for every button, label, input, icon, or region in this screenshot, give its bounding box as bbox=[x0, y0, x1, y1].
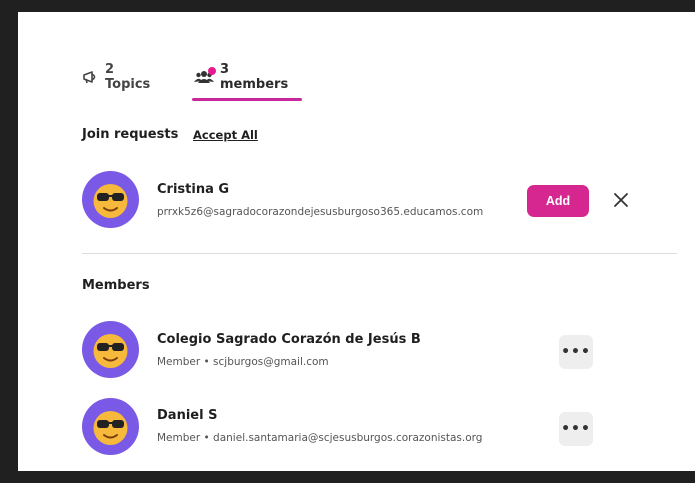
tab-members[interactable]: 3 members bbox=[194, 62, 290, 92]
background-band bbox=[0, 471, 695, 483]
member-name: Colegio Sagrado Corazón de Jesús B bbox=[157, 332, 421, 347]
member-detail: Member • scjburgos@gmail.com bbox=[157, 356, 329, 368]
accept-all-link[interactable]: Accept All bbox=[193, 128, 258, 142]
tab-topics[interactable]: 2 Topics bbox=[82, 62, 150, 92]
emoji-sunglasses-icon bbox=[93, 334, 128, 368]
member-detail: Member • daniel.santamaria@scjesusburgos… bbox=[157, 432, 483, 444]
add-button[interactable]: Add bbox=[527, 185, 589, 217]
members-title: Members bbox=[82, 278, 150, 293]
avatar bbox=[82, 398, 139, 455]
emoji-sunglasses-icon bbox=[93, 411, 128, 445]
people-icon bbox=[194, 67, 216, 84]
close-icon[interactable] bbox=[610, 189, 632, 211]
tab-members-label: 3 members bbox=[220, 62, 289, 92]
join-requests-title: Join requests bbox=[82, 127, 179, 142]
request-email: prrxk5z6@sagradocorazondejesusburgoso365… bbox=[157, 206, 484, 218]
member-name: Daniel S bbox=[157, 408, 218, 423]
more-options-button[interactable]: ••• bbox=[559, 335, 593, 369]
notification-dot bbox=[208, 67, 216, 75]
megaphone-icon bbox=[82, 70, 99, 84]
join-request-row: Cristina G prrxk5z6@sagradocorazondejesu… bbox=[82, 171, 642, 229]
emoji-sunglasses-icon bbox=[93, 184, 128, 218]
avatar bbox=[82, 171, 139, 228]
more-options-button[interactable]: ••• bbox=[559, 412, 593, 446]
member-row: Colegio Sagrado Corazón de Jesús B Membe… bbox=[82, 321, 642, 379]
section-divider bbox=[82, 253, 677, 254]
tab-topics-label: 2 Topics bbox=[105, 62, 151, 92]
active-tab-underline bbox=[192, 98, 302, 101]
avatar bbox=[82, 321, 139, 378]
member-row: Daniel S Member • daniel.santamaria@scje… bbox=[82, 398, 642, 456]
request-name: Cristina G bbox=[157, 182, 230, 197]
